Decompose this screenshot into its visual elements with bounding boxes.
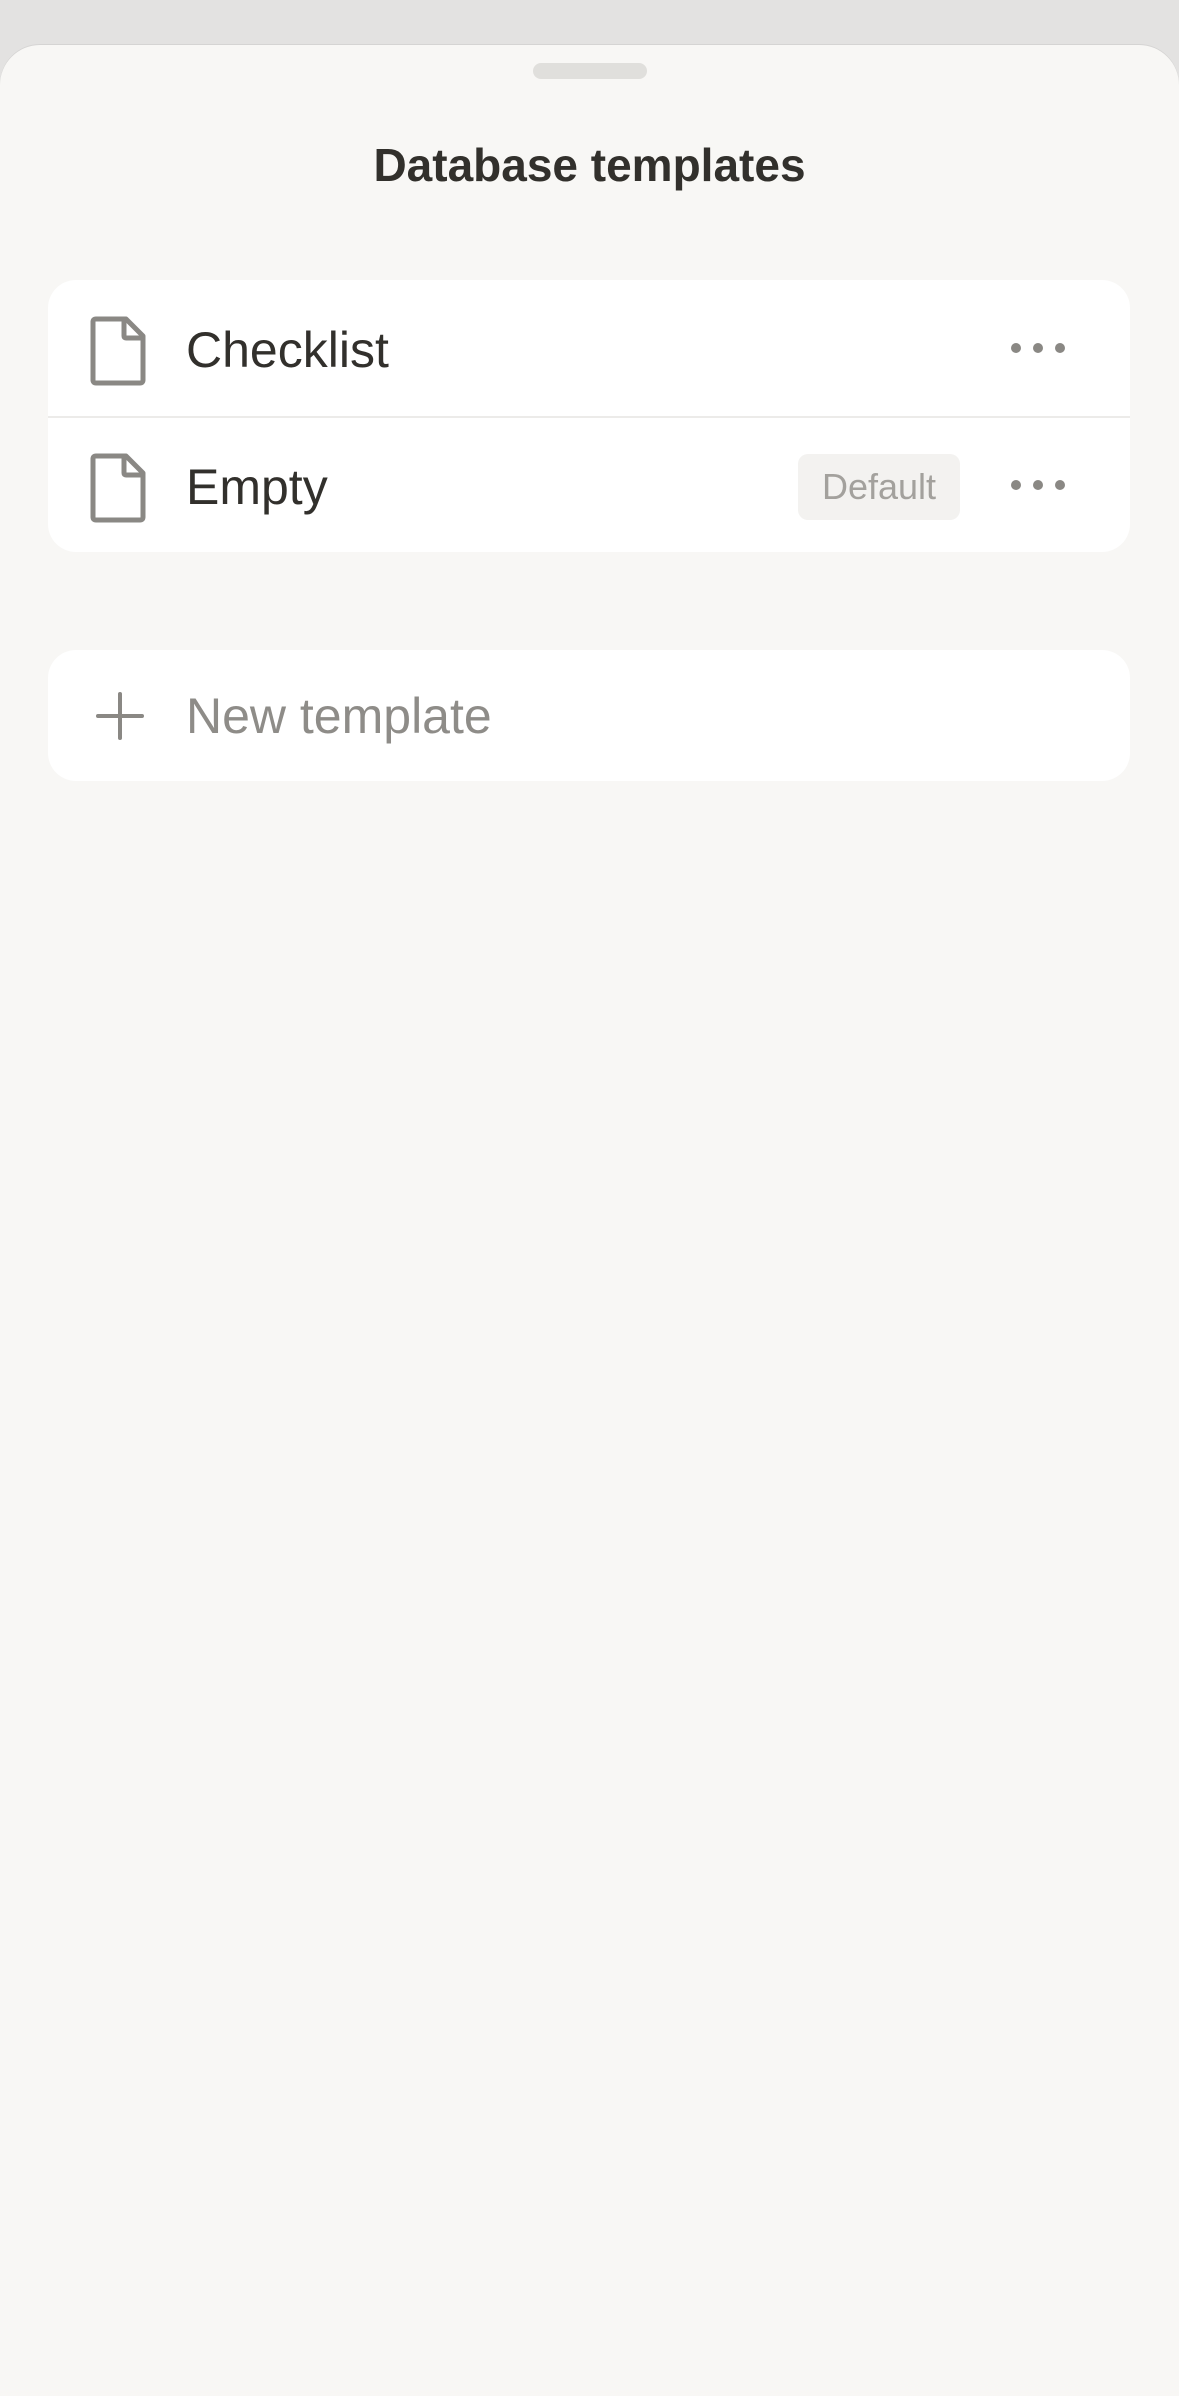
new-template-label: New template [186,688,492,744]
template-row-empty[interactable]: Empty Default [48,417,1130,552]
template-label: Checklist [186,322,389,378]
template-row-checklist[interactable]: Checklist [48,280,1130,416]
templates-list: Checklist Empty Default [48,280,1130,552]
ellipsis-icon[interactable] [998,318,1078,378]
bottom-sheet: Database templates Checklist Empty Defau… [0,45,1179,2396]
template-label: Empty [186,459,328,515]
sheet-title: Database templates [373,139,806,191]
document-icon [90,316,146,386]
ellipsis-icon[interactable] [998,455,1078,515]
sheet-grabber-handle[interactable] [533,63,647,79]
document-icon [90,453,146,523]
new-template-button[interactable]: New template [48,650,1130,781]
default-badge: Default [798,454,960,520]
plus-icon [96,692,144,740]
